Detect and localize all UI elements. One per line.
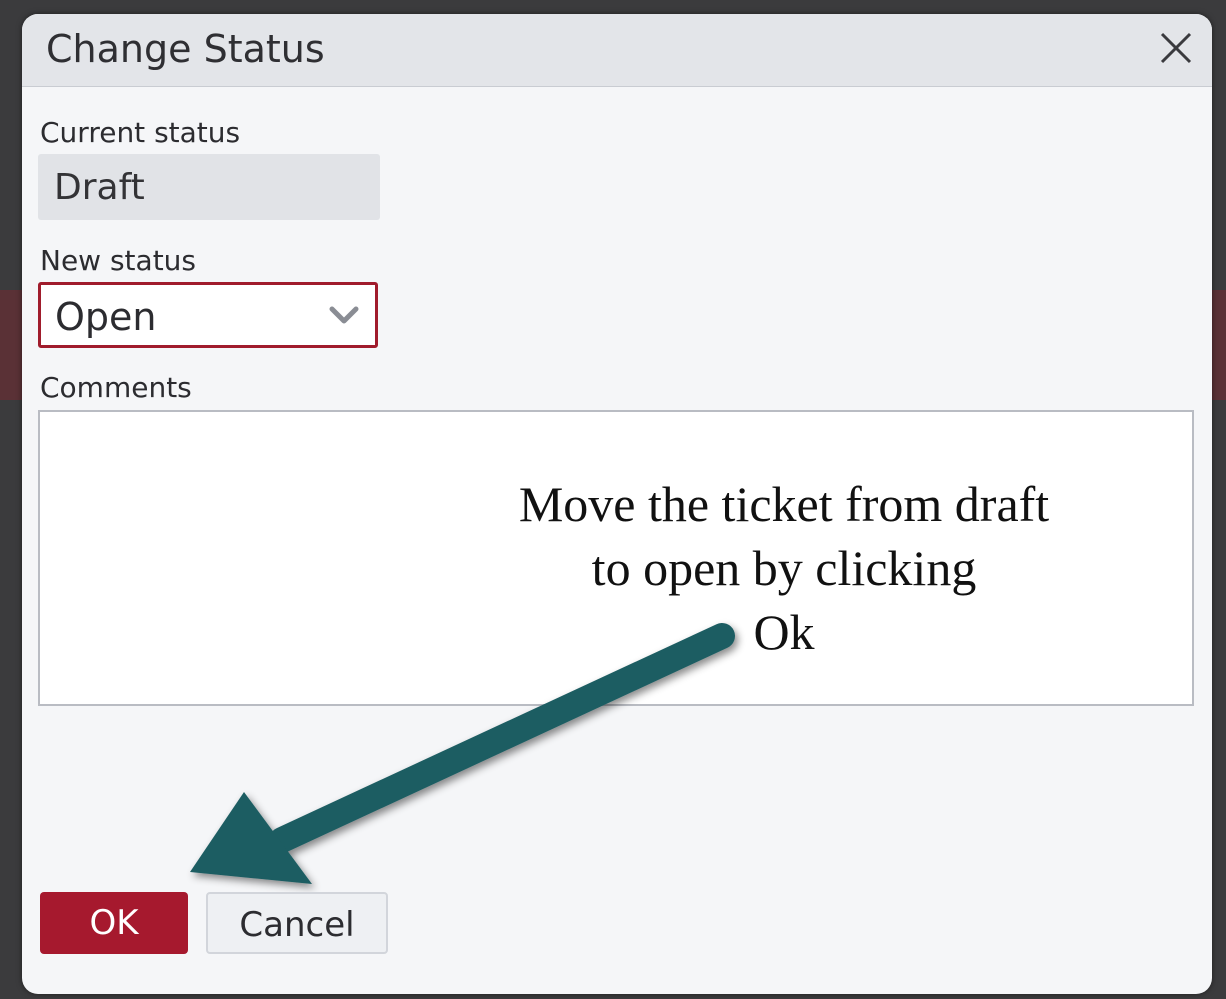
annotation-line-3: Ok xyxy=(753,604,815,660)
ok-button[interactable]: OK xyxy=(40,892,188,954)
new-status-select[interactable]: Open xyxy=(38,282,378,348)
dialog-titlebar: Change Status xyxy=(22,14,1212,87)
current-status-field: Draft xyxy=(38,154,380,220)
close-button[interactable] xyxy=(1152,24,1200,72)
annotation-line-1: Move the ticket from draft xyxy=(518,476,1050,532)
change-status-dialog: Change Status Current status Draft New s… xyxy=(22,14,1212,994)
current-status-value: Draft xyxy=(54,167,145,208)
new-status-label: New status xyxy=(40,244,197,277)
close-icon xyxy=(1160,32,1192,64)
chevron-down-icon xyxy=(327,303,361,327)
comments-label: Comments xyxy=(40,371,192,404)
instruction-annotation: Move the ticket from draft to open by cl… xyxy=(444,472,1124,664)
dialog-title: Change Status xyxy=(46,27,325,71)
new-status-value: Open xyxy=(55,295,157,339)
cancel-button[interactable]: Cancel xyxy=(206,892,388,954)
current-status-label: Current status xyxy=(40,116,241,149)
annotation-line-2: to open by clicking xyxy=(591,540,977,596)
